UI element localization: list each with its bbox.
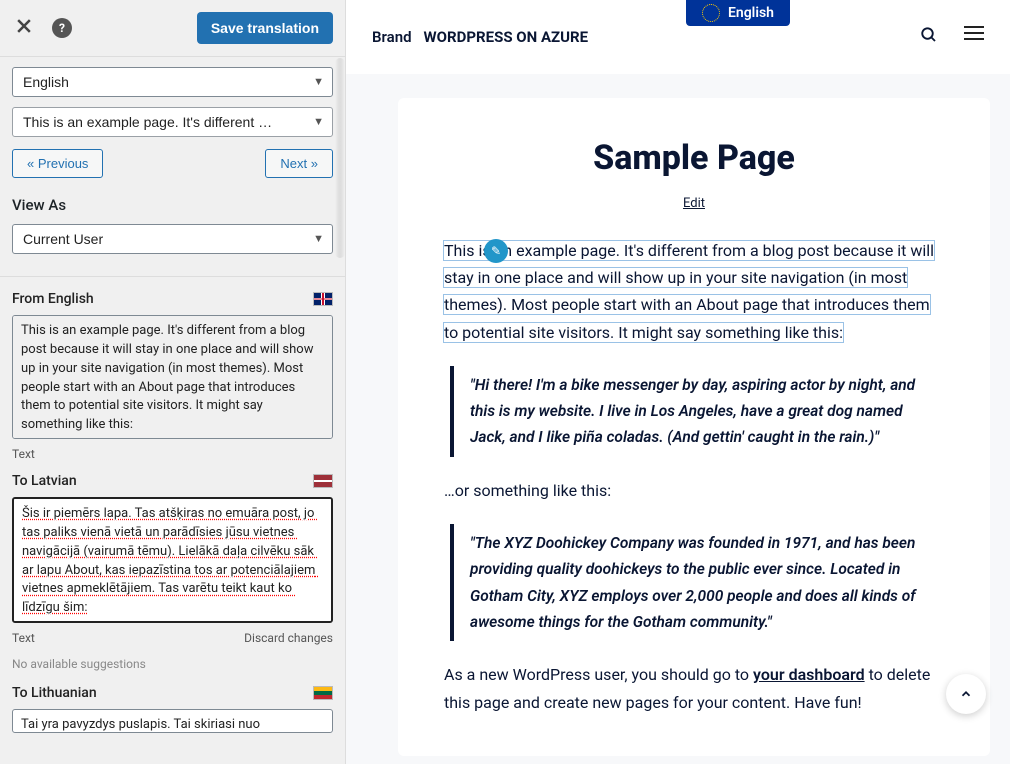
menu-icon[interactable] bbox=[964, 26, 984, 49]
to-latvian-label: To Latvian bbox=[12, 473, 77, 489]
edit-link[interactable]: Edit bbox=[444, 196, 944, 211]
previous-button[interactable]: « Previous bbox=[12, 149, 103, 178]
search-icon[interactable] bbox=[920, 26, 938, 49]
source-text bbox=[12, 315, 333, 439]
flag-latvia-icon bbox=[313, 474, 333, 488]
next-button[interactable]: Next » bbox=[265, 149, 333, 178]
latvian-type-label: Text bbox=[12, 631, 35, 645]
preview-paragraph-1[interactable]: This is an example page. It's different … bbox=[444, 241, 934, 342]
edit-string-icon[interactable]: ✎ bbox=[484, 239, 508, 263]
help-icon[interactable]: ? bbox=[52, 18, 72, 38]
preview-quote-2: "The XYZ Doohickey Company was founded i… bbox=[450, 524, 944, 641]
from-english-label: From English bbox=[12, 291, 94, 307]
language-chip-label: English bbox=[728, 5, 774, 21]
view-as-value: Current User bbox=[23, 231, 103, 247]
discard-changes-link[interactable]: Discard changes bbox=[244, 631, 333, 645]
eu-flag-icon bbox=[702, 4, 720, 22]
content-card: Sample Page Edit ✎ This is an example pa… bbox=[398, 98, 990, 756]
latvian-translation-input[interactable] bbox=[12, 497, 333, 623]
source-type-label: Text bbox=[12, 447, 35, 461]
preview-paragraph-2: …or something like this: bbox=[444, 477, 944, 504]
view-as-heading: View As bbox=[12, 196, 333, 214]
site-header: Brand WORDPRESS ON AZURE English bbox=[346, 0, 1010, 74]
save-translation-button[interactable]: Save translation bbox=[197, 12, 333, 44]
brand-label: Brand bbox=[372, 28, 412, 46]
page-preview: Brand WORDPRESS ON AZURE English Sample … bbox=[345, 0, 1010, 764]
no-suggestions-text: No available suggestions bbox=[12, 657, 333, 671]
preview-quote-1: "Hi there! I'm a bike messenger by day, … bbox=[450, 366, 944, 457]
chevron-down-icon: ▼ bbox=[313, 76, 324, 88]
preview-paragraph-3: As a new WordPress user, you should go t… bbox=[444, 661, 944, 715]
scrollbar[interactable] bbox=[335, 58, 345, 258]
string-select[interactable]: This is an example page. It's different … bbox=[12, 107, 333, 137]
view-as-select[interactable]: Current User ▼ bbox=[12, 224, 333, 254]
language-select-value: English bbox=[23, 74, 69, 90]
flag-uk-icon bbox=[313, 292, 333, 306]
close-icon[interactable] bbox=[14, 16, 34, 40]
chevron-down-icon: ▼ bbox=[313, 116, 324, 128]
language-switcher[interactable]: English bbox=[686, 0, 790, 26]
flag-lithuania-icon bbox=[313, 686, 333, 700]
editor-topbar: ? Save translation bbox=[0, 0, 345, 57]
translation-editor-panel: ? Save translation English ▼ This is an … bbox=[0, 0, 345, 764]
to-lithuanian-label: To Lithuanian bbox=[12, 685, 97, 701]
scroll-to-top-button[interactable] bbox=[946, 674, 986, 714]
chevron-down-icon: ▼ bbox=[313, 233, 324, 245]
string-select-value: This is an example page. It's different … bbox=[23, 114, 272, 130]
site-title: WORDPRESS ON AZURE bbox=[424, 28, 589, 46]
language-select[interactable]: English ▼ bbox=[12, 67, 333, 97]
page-title: Sample Page bbox=[444, 138, 944, 178]
dashboard-link[interactable]: your dashboard bbox=[753, 665, 865, 684]
lithuanian-translation-input[interactable] bbox=[12, 709, 333, 733]
